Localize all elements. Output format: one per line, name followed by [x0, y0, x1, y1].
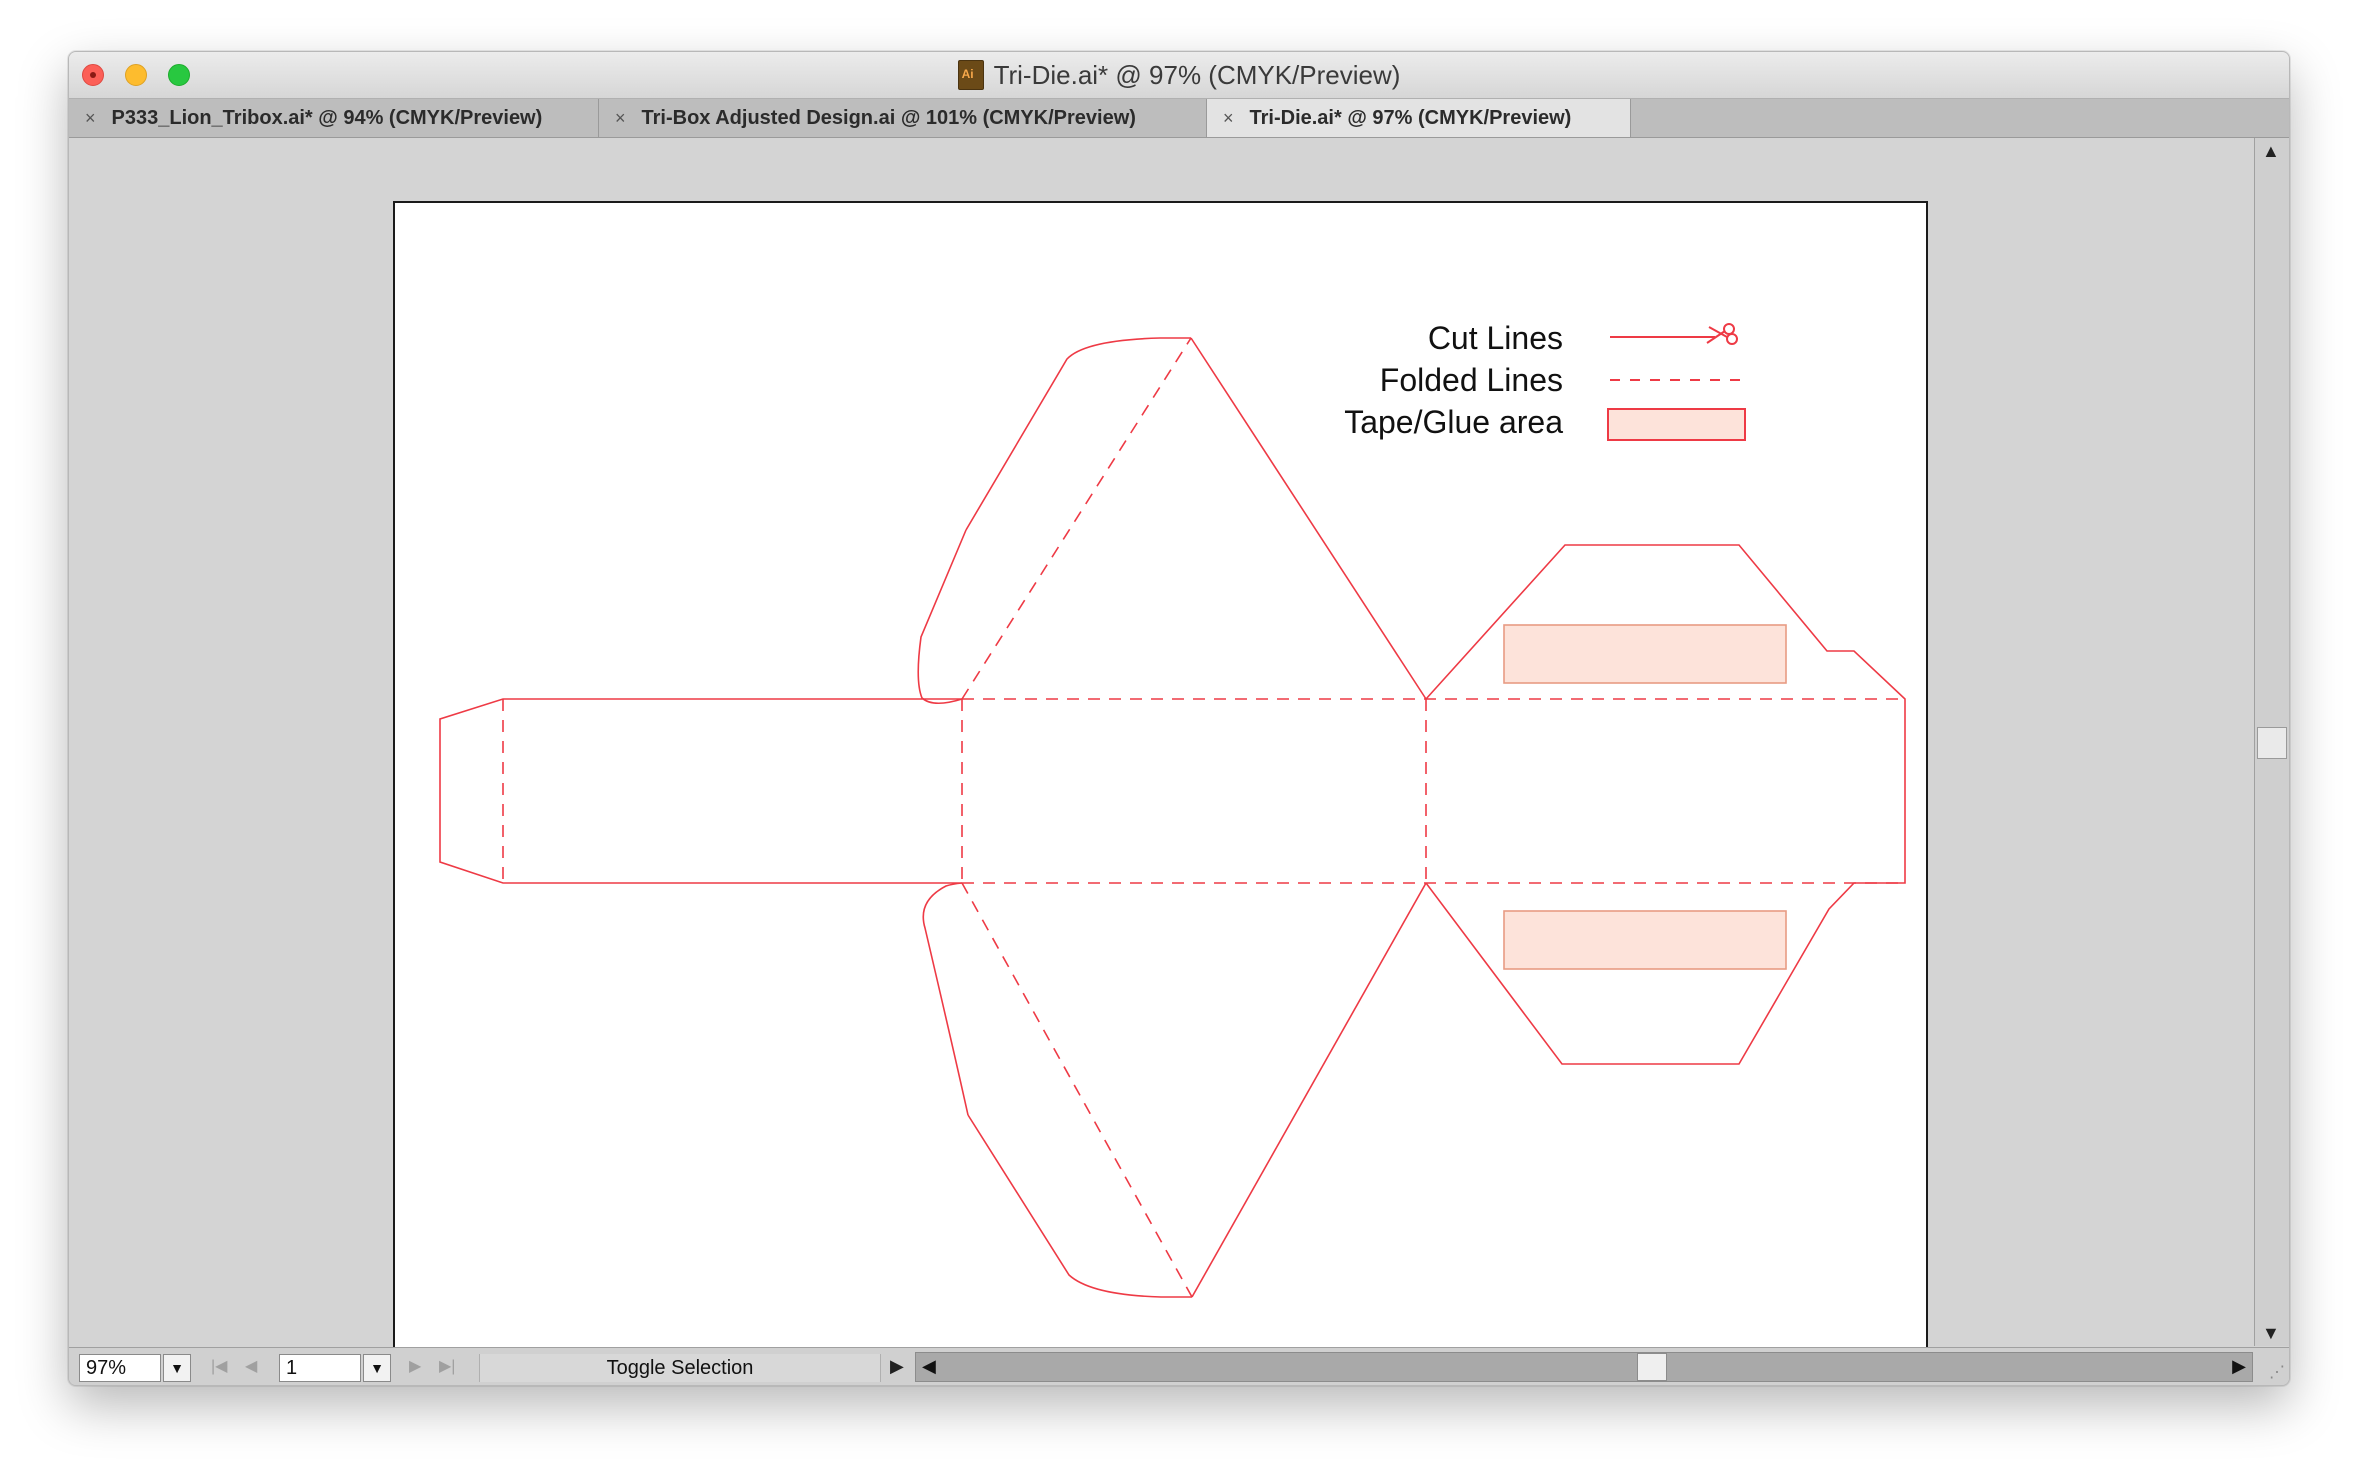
canvas-area[interactable]: Cut Lines Folded Lines Tape/Glue area [69, 138, 2254, 1384]
scissors-icon [1706, 323, 1738, 345]
zoom-dropdown-arrow-icon[interactable]: ▼ [163, 1354, 191, 1382]
tab-label: P333_Lion_Tribox.ai* @ 94% (CMYK/Preview… [111, 106, 543, 129]
bottom-triangle-cut [1191, 882, 1427, 1298]
die-cut-lines [439, 337, 1906, 1298]
horizontal-scroll-thumb[interactable] [1637, 1353, 1667, 1381]
tab-close-icon[interactable]: × [615, 108, 626, 129]
artboard-number-field[interactable]: 1 [279, 1354, 361, 1382]
illustrator-window: Tri-Die.ai* @ 97% (CMYK/Preview) × P333_… [68, 51, 2290, 1386]
status-menu-arrow-icon[interactable]: ▶ [890, 1356, 904, 1377]
glue-area-top [1503, 624, 1787, 684]
bottom-left-flap-cut [922, 882, 969, 1116]
artboard[interactable]: Cut Lines Folded Lines Tape/Glue area [393, 201, 1928, 1384]
vertical-scroll-thumb[interactable] [2257, 727, 2287, 759]
scroll-left-arrow-icon[interactable]: ◀ [922, 1356, 936, 1377]
zoom-level-field[interactable]: 97% [79, 1354, 161, 1382]
top-left-flap-cut [917, 529, 967, 705]
tab-label: Tri-Die.ai* @ 97% (CMYK/Preview) [1249, 106, 1572, 129]
previous-artboard-icon[interactable]: ◀ [245, 1356, 257, 1376]
tab-tri-die[interactable]: × Tri-Die.ai* @ 97% (CMYK/Preview) [1207, 99, 1631, 137]
top-flap-cut [965, 337, 1191, 531]
artboard-dropdown-arrow-icon[interactable]: ▼ [363, 1354, 391, 1382]
die-line-drawing: Cut Lines Folded Lines Tape/Glue area [439, 320, 1906, 1298]
tab-label: Tri-Box Adjusted Design.ai @ 101% (CMYK/… [641, 106, 1136, 129]
status-bar: 97% ▼ |◀ ◀ 1 ▼ ▶ ▶| Toggle Selection ▶ ◀… [69, 1347, 2289, 1385]
tab-p333-lion-tribox[interactable]: × P333_Lion_Tribox.ai* @ 94% (CMYK/Previ… [69, 99, 599, 137]
scroll-right-arrow-icon[interactable]: ▶ [2232, 1356, 2246, 1377]
resize-grip-icon[interactable]: ⋰ [2269, 1362, 2285, 1382]
die-fold-lines [502, 337, 1905, 1298]
toggle-selection-status[interactable]: Toggle Selection [479, 1354, 881, 1382]
legend-fold-label: Folded Lines [1380, 362, 1563, 398]
title-bar: Tri-Die.ai* @ 97% (CMYK/Preview) [69, 52, 2289, 99]
left-panel-cut [439, 698, 962, 884]
glue-area-bottom [1503, 910, 1787, 970]
legend-glue-label: Tape/Glue area [1344, 404, 1563, 440]
bottom-flap-cut [967, 1114, 1192, 1298]
legend-glue-swatch [1607, 408, 1746, 441]
tab-close-icon[interactable]: × [85, 108, 96, 129]
right-panel-cut [1425, 544, 1906, 1065]
scroll-down-arrow-icon[interactable]: ▼ [2262, 1324, 2280, 1342]
vertical-scrollbar[interactable]: ▲ ▼ [2254, 138, 2289, 1346]
last-artboard-icon[interactable]: ▶| [439, 1356, 455, 1376]
fold-line [961, 337, 1192, 700]
fold-line [961, 882, 1193, 1298]
tab-tri-box-adjusted[interactable]: × Tri-Box Adjusted Design.ai @ 101% (CMY… [599, 99, 1207, 137]
next-artboard-icon[interactable]: ▶ [409, 1356, 421, 1376]
document-tab-bar: × P333_Lion_Tribox.ai* @ 94% (CMYK/Previ… [69, 99, 2289, 138]
legend-cut-label: Cut Lines [1428, 320, 1563, 356]
window-title: Tri-Die.ai* @ 97% (CMYK/Preview) [69, 52, 2289, 98]
horizontal-scrollbar[interactable]: ◀ ▶ [915, 1352, 2253, 1382]
illustrator-file-icon [957, 60, 984, 90]
window-title-text: Tri-Die.ai* @ 97% (CMYK/Preview) [993, 59, 1401, 90]
first-artboard-icon[interactable]: |◀ [211, 1356, 227, 1376]
tab-close-icon[interactable]: × [1223, 108, 1234, 129]
scroll-up-arrow-icon[interactable]: ▲ [2262, 142, 2280, 160]
